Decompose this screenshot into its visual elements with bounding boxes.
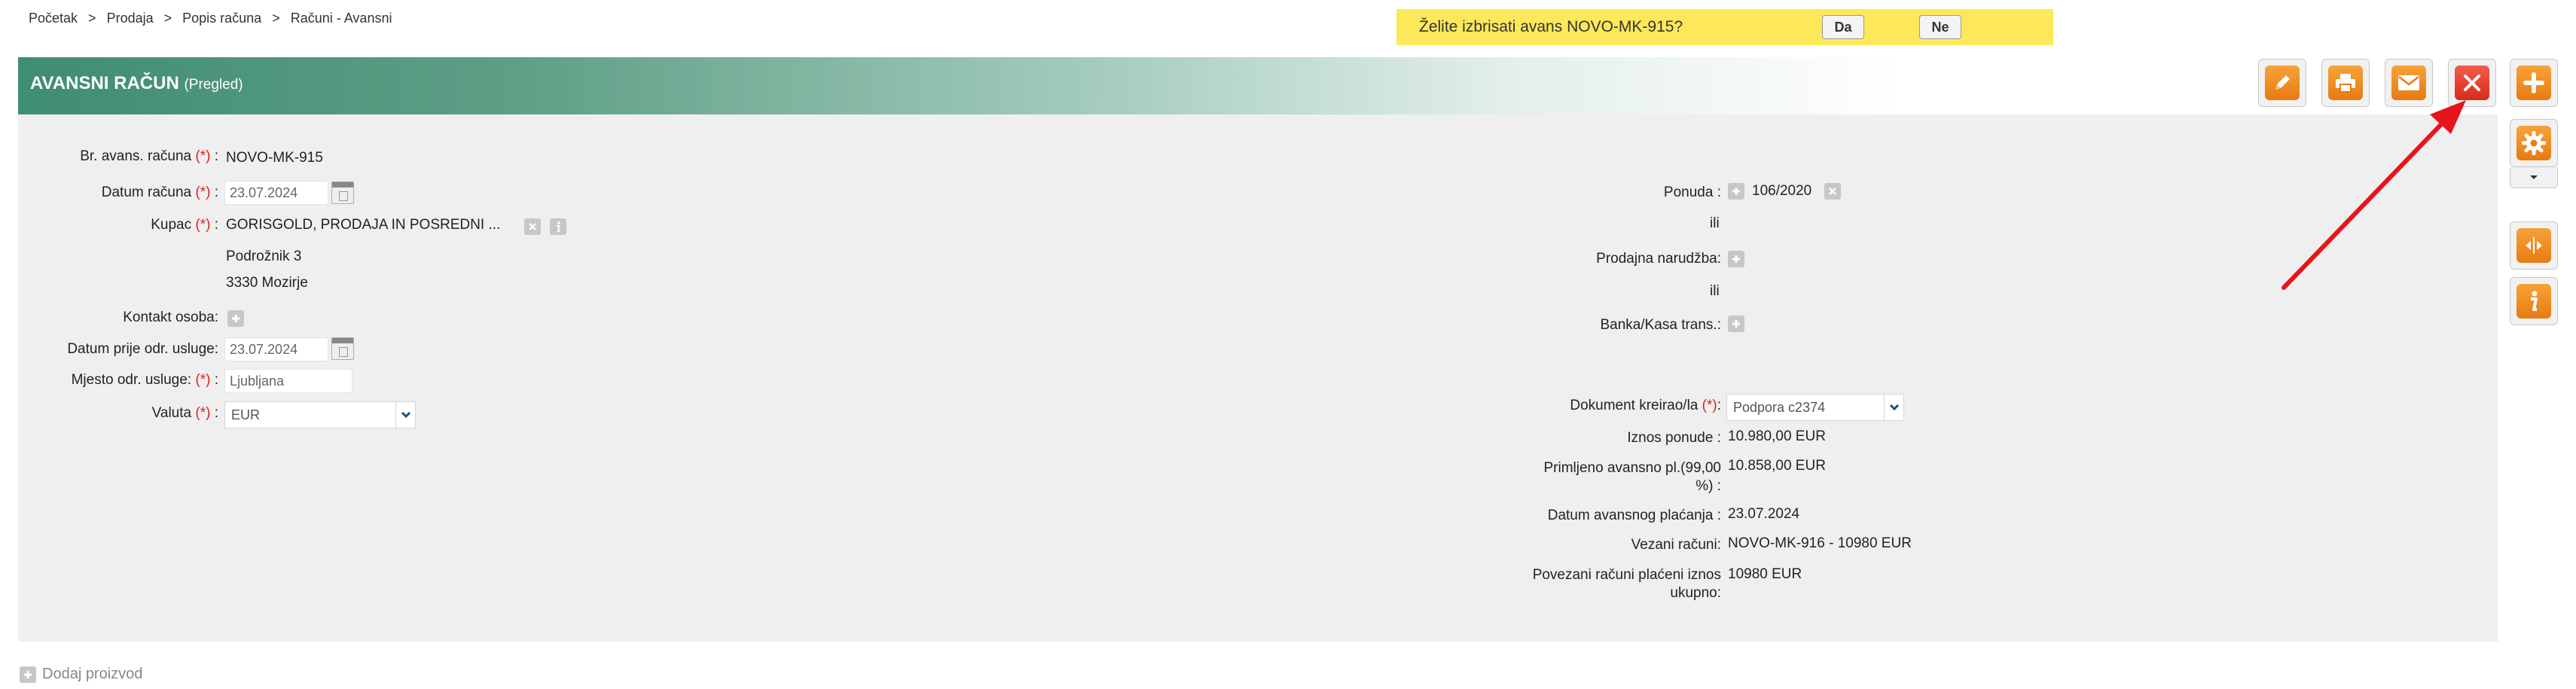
chevron-down-icon [1884,395,1903,420]
currency-select-value: EUR [231,407,261,422]
add-contact-icon[interactable] [227,310,244,327]
edit-button[interactable] [2258,59,2306,107]
customer-info-icon[interactable] [550,218,566,235]
invoice-date-input[interactable]: 23.07.2024 [224,181,328,205]
clear-customer-icon[interactable] [524,218,541,235]
linked-paid-total-value: 10980 EUR [1728,566,1802,582]
caret-down-icon [2530,175,2538,179]
add-product-label: Dodaj proizvod [42,666,143,682]
or-text: ili [1710,215,1720,231]
or-text: ili [1710,283,1720,299]
add-sales-order-icon[interactable] [1728,251,1744,267]
close-icon [2455,66,2489,100]
calendar-icon[interactable] [331,181,354,204]
breadcrumb-separator: > [88,11,96,26]
add-product-link[interactable]: Dodaj proizvod [20,666,142,683]
advance-received-value: 10.858,00 EUR [1728,458,1826,474]
offer-label: Ponuda : [1663,184,1721,200]
add-button[interactable] [2510,59,2558,107]
service-date-label: Datum prije odr. usluge: [67,341,218,357]
sales-order-label: Prodajna narudžba: [1596,251,1721,267]
split-button[interactable] [2510,221,2558,270]
breadcrumb-sales[interactable]: Prodaja [107,11,154,26]
advance-payment-date-value: 23.07.2024 [1728,506,1800,522]
breadcrumb-current: Računi - Avansni [290,11,392,26]
split-arrows-icon [2516,228,2551,263]
plus-icon [20,666,36,683]
gear-icon [2516,126,2551,160]
linked-paid-total-label: Povezani računi plaćeni iznos ukupno: [1532,567,1721,601]
breadcrumb-invoice-list[interactable]: Popis računa [182,11,261,26]
chevron-down-icon [395,402,415,428]
service-place-label: Mjesto odr. usluge: (*) : [71,372,218,388]
add-bank-transaction-icon[interactable] [1728,316,1744,332]
customer-address-street: Podrožnik 3 [226,248,302,264]
envelope-icon [2391,66,2426,100]
currency-label: Valuta (*) : [151,405,218,421]
offer-value: 106/2020 [1752,183,1812,199]
confirm-no-button[interactable]: Ne [1919,15,1961,39]
offer-amount-label: Iznos ponude : [1627,430,1721,446]
invoice-number-label: Br. avans. računa (*) : [80,148,218,164]
form-panel [18,114,2498,642]
service-date-input[interactable]: 23.07.2024 [224,337,328,361]
created-by-label: Dokument kreirao/la (*): [1570,398,1721,413]
info-icon [2516,284,2551,319]
settings-button[interactable] [2510,119,2558,167]
advance-received-label: Primljeno avansno pl.(99,00 %) : [1543,460,1721,494]
bank-transaction-label: Banka/Kasa trans.: [1600,317,1721,333]
info-button[interactable] [2510,277,2558,325]
email-button[interactable] [2385,59,2433,107]
delete-button[interactable] [2448,59,2496,107]
confirm-yes-button[interactable]: Da [1822,15,1864,39]
page-title-text: AVANSNI RAČUN [30,73,179,93]
plus-icon [2516,66,2551,100]
invoice-date-label: Datum računa (*) : [101,184,218,200]
created-by-select-value: Podpora c2374 [1733,399,1826,415]
customer-value: GORISGOLD, PRODAJA IN POSREDNI ... [226,217,501,233]
breadcrumb: Početak > Prodaja > Popis računa > Račun… [29,11,392,26]
page-title: AVANSNI RAČUN (Pregled) [30,73,243,94]
linked-invoices-label: Vezani računi: [1631,537,1721,553]
created-by-select[interactable]: Podpora c2374 [1726,394,1904,421]
header-band [18,57,2498,114]
currency-select[interactable]: EUR [224,401,416,428]
printer-icon [2328,66,2363,100]
offer-amount-value: 10.980,00 EUR [1728,428,1826,444]
add-offer-icon[interactable] [1728,183,1744,200]
print-button[interactable] [2321,59,2370,107]
breadcrumb-separator: > [272,11,280,26]
customer-label: Kupac (*) : [151,217,218,233]
pencil-icon [2265,66,2300,100]
breadcrumb-home[interactable]: Početak [29,11,78,26]
advance-payment-date-label: Datum avansnog plaćanja : [1547,508,1721,523]
contact-person-label: Kontakt osoba: [123,309,218,325]
breadcrumb-separator: > [163,11,172,26]
clear-offer-icon[interactable] [1824,183,1841,200]
delete-confirmation-bar: Želite izbrisati avans NOVO-MK-915? Da N… [1396,9,2053,45]
confirm-message: Želite izbrisati avans NOVO-MK-915? [1419,18,1683,35]
calendar-icon[interactable] [331,337,354,360]
service-place-input[interactable]: Ljubljana [224,369,353,393]
settings-dropdown-toggle[interactable] [2510,167,2558,188]
invoice-number-value: NOVO-MK-915 [226,150,323,166]
linked-invoices-value: NOVO-MK-916 - 10980 EUR [1728,535,1912,551]
customer-address-city: 3330 Mozirje [226,275,308,291]
page-subtitle: (Pregled) [184,77,243,93]
